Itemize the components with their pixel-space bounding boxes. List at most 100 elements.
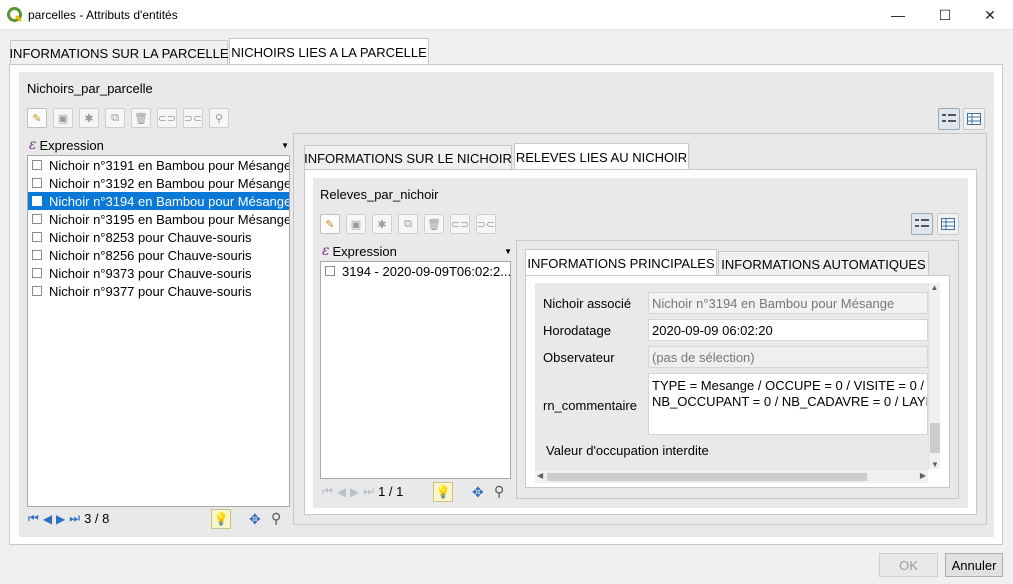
scrollbar-thumb[interactable] xyxy=(547,473,867,481)
nichoir-associe-label: Nichoir associé xyxy=(543,296,632,311)
bulb-icon[interactable]: 💡 xyxy=(433,482,453,502)
window-title: parcelles - Attributs d'entités xyxy=(28,8,178,22)
checkbox[interactable] xyxy=(325,266,335,276)
list-item-label: Nichoir n°3191 en Bambou pour Mésange xyxy=(49,157,289,173)
unlink-icon[interactable]: ⊃⊂ xyxy=(183,108,203,128)
trash-icon[interactable]: 🗑 xyxy=(131,108,151,128)
form-view-button[interactable] xyxy=(938,108,960,130)
duplicate-icon[interactable]: ⧉ xyxy=(398,214,418,234)
observateur-select[interactable]: (pas de sélection) xyxy=(648,346,928,368)
list-item[interactable]: Nichoir n°8256 pour Chauve-souris xyxy=(28,246,289,264)
ok-button[interactable]: OK xyxy=(879,553,938,577)
next-icon[interactable]: ▶ xyxy=(350,485,359,499)
first-icon[interactable]: ⏮ xyxy=(322,484,333,499)
pan-icon[interactable]: ✥ xyxy=(472,484,484,501)
previous-icon[interactable]: ◀ xyxy=(337,485,346,499)
magnifier-icon[interactable]: ⚲ xyxy=(494,483,504,500)
pencil-icon[interactable]: ✎ xyxy=(27,108,47,128)
list-item-label: Nichoir n°9373 pour Chauve-souris xyxy=(49,265,252,281)
scroll-left-icon[interactable]: ◀ xyxy=(537,471,543,480)
save-icon[interactable]: ▣ xyxy=(53,108,73,128)
add-feature-icon[interactable]: ✱ xyxy=(372,214,392,234)
magnifier-icon[interactable]: ⚲ xyxy=(271,510,281,527)
scroll-down-icon[interactable]: ▼ xyxy=(929,460,941,469)
save-icon[interactable]: ▣ xyxy=(346,214,366,234)
occupation-warning: Valeur d'occupation interdite xyxy=(546,443,709,458)
chevron-down-icon: ▼ xyxy=(504,246,512,256)
nichoirs-expression-header[interactable]: ε Expression ▼ xyxy=(29,137,289,153)
expression-icon: ε xyxy=(322,243,330,259)
list-item-label: Nichoir n°9377 pour Chauve-souris xyxy=(49,283,252,299)
cancel-button[interactable]: Annuler xyxy=(945,553,1003,577)
nichoirs-navigation: ⏮ ◀ ▶ ⏭ 3 / 8 xyxy=(28,511,109,526)
scroll-up-icon[interactable]: ▲ xyxy=(929,283,940,292)
next-icon[interactable]: ▶ xyxy=(56,512,65,526)
minimize-button[interactable]: — xyxy=(875,0,921,30)
checkbox[interactable] xyxy=(32,160,42,170)
qgis-logo-icon xyxy=(7,7,23,23)
commentaire-line: TYPE = Mesange / OCCUPE = 0 / VISITE = 0… xyxy=(652,378,925,393)
list-item[interactable]: Nichoir n°3194 en Bambou pour Mésange xyxy=(28,192,289,210)
table-view-button[interactable] xyxy=(963,108,985,130)
table-view-button[interactable] xyxy=(937,213,959,235)
form-vertical-scrollbar[interactable]: ▲ ▼ xyxy=(928,283,940,469)
list-item[interactable]: 3194 - 2020-09-09T06:02:2... xyxy=(321,262,510,280)
nichoir-associe-field[interactable]: Nichoir n°3194 en Bambou pour Mésange xyxy=(648,292,928,314)
maximize-button[interactable]: ☐ xyxy=(922,0,968,30)
last-icon[interactable]: ⏭ xyxy=(69,511,80,526)
checkbox[interactable] xyxy=(32,250,42,260)
tab-informations-parcelle[interactable]: INFORMATIONS SUR LA PARCELLE xyxy=(9,40,229,65)
duplicate-icon[interactable]: ⧉ xyxy=(105,108,125,128)
list-item[interactable]: Nichoir n°9373 pour Chauve-souris xyxy=(28,264,289,282)
releves-list[interactable]: 3194 - 2020-09-09T06:02:2... xyxy=(320,261,511,479)
checkbox[interactable] xyxy=(32,214,42,224)
section-title-nichoirs: Nichoirs_par_parcelle xyxy=(27,81,153,96)
pan-icon[interactable]: ✥ xyxy=(249,511,261,528)
previous-icon[interactable]: ◀ xyxy=(43,512,52,526)
scroll-right-icon[interactable]: ▶ xyxy=(920,471,926,480)
list-item[interactable]: Nichoir n°3192 en Bambou pour Mésange xyxy=(28,174,289,192)
checkbox[interactable] xyxy=(32,286,42,296)
link-icon[interactable]: ⊂⊃ xyxy=(450,214,470,234)
tab-informations-automatiques[interactable]: INFORMATIONS AUTOMATIQUES xyxy=(718,251,929,276)
zoom-icon[interactable]: ⚲ xyxy=(209,108,229,128)
releves-expression-header[interactable]: ε Expression ▼ xyxy=(322,243,512,259)
tab-informations-principales[interactable]: INFORMATIONS PRINCIPALES xyxy=(525,249,717,276)
link-icon[interactable]: ⊂⊃ xyxy=(157,108,177,128)
checkbox[interactable] xyxy=(32,178,42,188)
tab-nichoirs-parcelle[interactable]: NICHOIRS LIES A LA PARCELLE xyxy=(229,38,429,65)
first-icon[interactable]: ⏮ xyxy=(28,511,39,526)
add-feature-icon[interactable]: ✱ xyxy=(79,108,99,128)
commentaire-textarea[interactable]: TYPE = Mesange / OCCUPE = 0 / VISITE = 0… xyxy=(648,373,928,435)
tab-label: INFORMATIONS SUR LA PARCELLE xyxy=(9,45,229,61)
table-view-icon xyxy=(941,218,955,230)
list-item-label: 3194 - 2020-09-09T06:02:2... xyxy=(342,263,510,279)
list-item-label: Nichoir n°8256 pour Chauve-souris xyxy=(49,247,252,263)
unlink-icon[interactable]: ⊃⊂ xyxy=(476,214,496,234)
feature-counter: 1 / 1 xyxy=(378,484,404,499)
checkbox[interactable] xyxy=(32,196,42,206)
list-item[interactable]: Nichoir n°3191 en Bambou pour Mésange xyxy=(28,156,289,174)
section-title-releves: Releves_par_nichoir xyxy=(320,187,439,202)
releves-toolbar: ✎ ▣ ✱ ⧉ 🗑 ⊂⊃ ⊃⊂ xyxy=(320,214,496,234)
list-item[interactable]: Nichoir n°3195 en Bambou pour Mésange xyxy=(28,210,289,228)
scrollbar-thumb[interactable] xyxy=(930,423,940,453)
close-button[interactable]: ✕ xyxy=(967,0,1013,30)
checkbox[interactable] xyxy=(32,232,42,242)
list-item-label: Nichoir n°3195 en Bambou pour Mésange xyxy=(49,211,289,227)
form-horizontal-scrollbar[interactable]: ◀ ▶ xyxy=(535,469,928,483)
list-item[interactable]: Nichoir n°9377 pour Chauve-souris xyxy=(28,282,289,300)
form-view-icon xyxy=(942,114,956,122)
bulb-icon[interactable]: 💡 xyxy=(211,509,231,529)
nichoirs-toolbar: ✎ ▣ ✱ ⧉ 🗑 ⊂⊃ ⊃⊂ ⚲ xyxy=(27,108,229,128)
list-item[interactable]: Nichoir n°8253 pour Chauve-souris xyxy=(28,228,289,246)
commentaire-line: NB_OCCUPANT = 0 / NB_CADAVRE = 0 / LAYER xyxy=(652,394,928,409)
pencil-icon[interactable]: ✎ xyxy=(320,214,340,234)
last-icon[interactable]: ⏭ xyxy=(363,484,374,499)
checkbox[interactable] xyxy=(32,268,42,278)
trash-icon[interactable]: 🗑 xyxy=(424,214,444,234)
form-view-button[interactable] xyxy=(911,213,933,235)
horodatage-field[interactable]: 2020-09-09 06:02:20 xyxy=(648,319,928,341)
tab-label: INFORMATIONS PRINCIPALES xyxy=(527,255,715,271)
nichoirs-list[interactable]: Nichoir n°3191 en Bambou pour Mésange Nic… xyxy=(27,155,290,507)
